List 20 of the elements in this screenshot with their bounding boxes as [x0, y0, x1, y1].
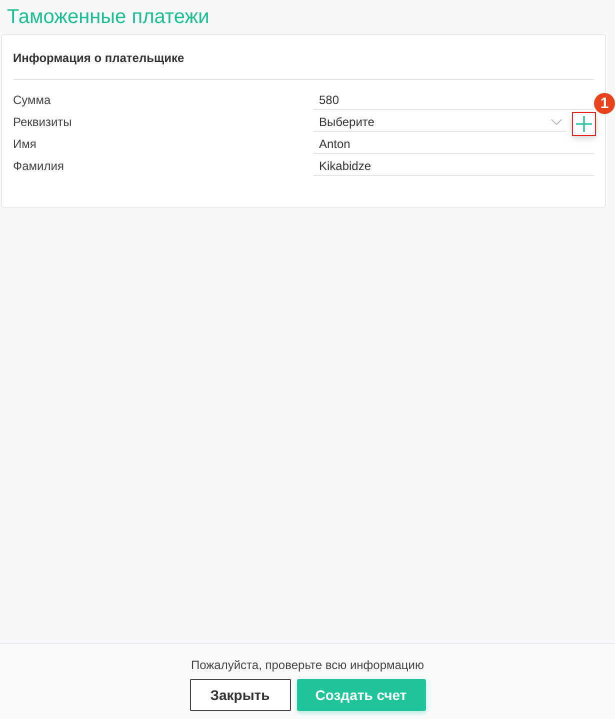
field-label: Реквизиты: [13, 114, 73, 131]
field-label: Фамилия: [13, 158, 65, 175]
text-field[interactable]: Anton: [313, 134, 594, 154]
select-value: Выберите: [319, 114, 374, 130]
footer-notice: Пожалуйста, проверьте всю информацию: [190, 657, 424, 674]
text-field[interactable]: 580: [313, 90, 594, 110]
field-label: Имя: [13, 136, 38, 153]
plus-icon: [576, 116, 592, 132]
field-value: 580: [319, 92, 340, 108]
field-value: Anton: [319, 136, 350, 152]
chevron-down-icon: [551, 118, 562, 124]
field-label: Сумма: [13, 92, 52, 109]
text-field[interactable]: Kikabidze: [313, 156, 594, 176]
page-title: Таможенные платежи: [6, 5, 210, 30]
select-field[interactable]: Выберите: [313, 112, 566, 132]
close-button[interactable]: Закрыть: [190, 679, 290, 711]
field-value: Kikabidze: [319, 158, 372, 174]
annotation-badge: 1: [594, 93, 615, 114]
add-button[interactable]: [572, 112, 596, 136]
card-heading: Информация о плательщике: [13, 50, 184, 67]
